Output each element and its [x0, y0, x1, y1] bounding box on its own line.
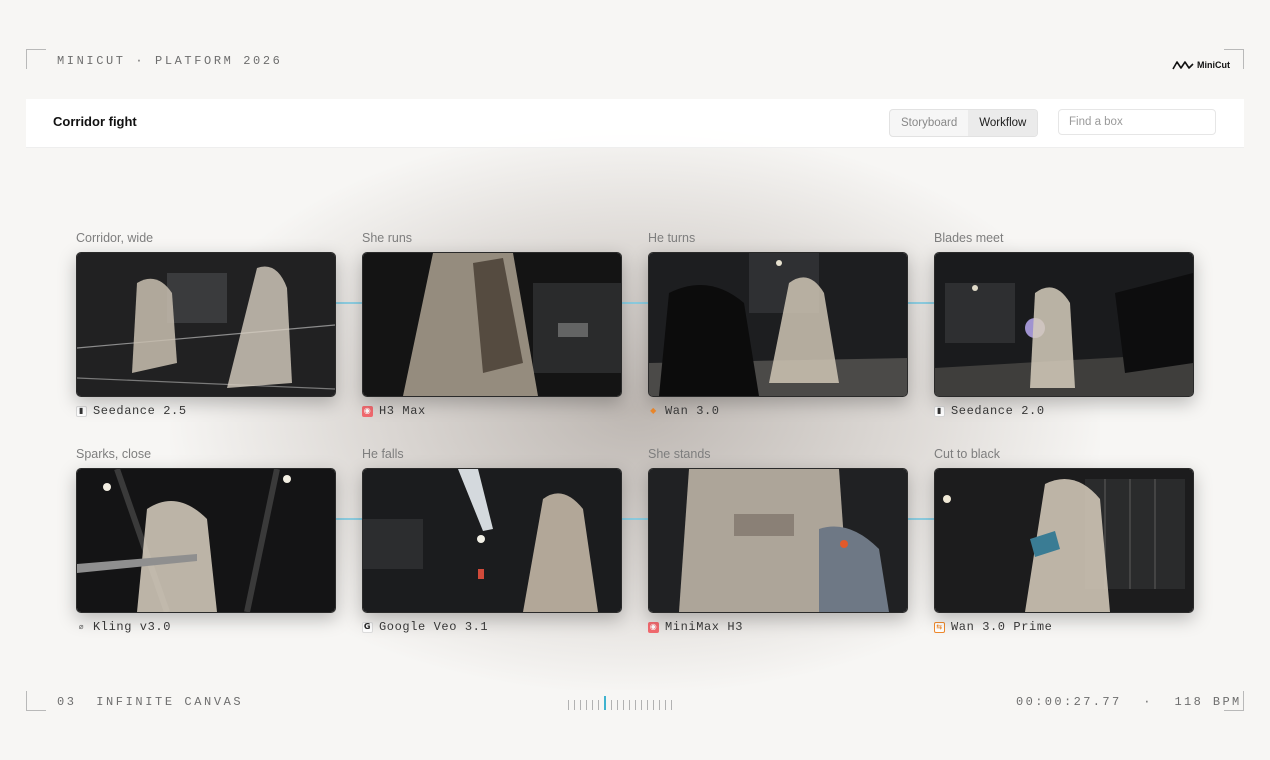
- shot-card[interactable]: She runs ◉ H3 Max: [362, 231, 622, 418]
- separator: ·: [1143, 695, 1153, 709]
- wan-prime-icon: ⇆: [934, 621, 945, 633]
- shot-thumbnail[interactable]: [648, 468, 908, 613]
- wave-icon: [1172, 61, 1194, 70]
- timeline-tick: [586, 700, 587, 710]
- shot-title: He falls: [362, 447, 404, 461]
- timeline-tick: [641, 700, 642, 710]
- shot-card[interactable]: Corridor, wide ▮ Seedance 2.5: [76, 231, 336, 418]
- shot-card[interactable]: He falls G Google Veo 3.1: [362, 447, 622, 634]
- shot-connector: [908, 518, 936, 520]
- timeline-tick: [635, 700, 636, 710]
- kling-icon: ⌀: [78, 622, 85, 631]
- timeline-tick: [629, 700, 630, 710]
- model-name: Seedance 2.5: [93, 404, 187, 418]
- shot-thumbnail[interactable]: [76, 468, 336, 613]
- model-name: Kling v3.0: [93, 620, 172, 634]
- timeline-tick: [611, 700, 612, 710]
- find-box-input[interactable]: [1058, 109, 1216, 135]
- model-name: MiniMax H3: [665, 620, 744, 634]
- timeline-tick: [647, 700, 648, 710]
- playhead[interactable]: [604, 696, 606, 710]
- timeline-tick: [598, 700, 599, 710]
- shot-title: Blades meet: [934, 231, 1004, 245]
- shot-title: He turns: [648, 231, 696, 245]
- timeline-tick: [617, 700, 618, 710]
- timeline-scrubber[interactable]: [568, 694, 672, 710]
- shot-connector: [622, 518, 650, 520]
- wan-icon: ◆: [650, 406, 657, 415]
- tab-storyboard[interactable]: Storyboard: [890, 110, 968, 136]
- timeline-tick: [665, 700, 666, 710]
- shot-title: Sparks, close: [76, 447, 152, 461]
- playback-status: 00:00:27.77 · 118 BPM: [1016, 695, 1242, 709]
- shot-title: Corridor, wide: [76, 231, 154, 245]
- timeline-tick: [592, 700, 593, 710]
- model-name: Wan 3.0 Prime: [951, 620, 1053, 634]
- timeline-tick: [623, 700, 624, 710]
- model-name: Google Veo 3.1: [379, 620, 489, 634]
- timeline-tick: [653, 700, 654, 710]
- shot-thumbnail[interactable]: [362, 252, 622, 397]
- shot-thumbnail[interactable]: [934, 252, 1194, 397]
- shot-connector: [336, 302, 364, 304]
- model-name: Seedance 2.0: [951, 404, 1045, 418]
- minimax-icon: ◉: [362, 405, 373, 417]
- minimax-icon: ◉: [648, 621, 659, 633]
- shot-connector: [908, 302, 936, 304]
- timeline-tick: [671, 700, 672, 710]
- seedance-icon: ▮: [76, 405, 87, 417]
- tempo-bpm: 118 BPM: [1174, 695, 1242, 709]
- seedance-icon: ▮: [934, 405, 945, 417]
- frame-corner-bottom-left: [26, 691, 46, 711]
- shot-thumbnail[interactable]: [76, 252, 336, 397]
- shot-thumbnail[interactable]: [362, 468, 622, 613]
- shot-title: She runs: [362, 231, 413, 245]
- shot-card[interactable]: She stands ◉ MiniMax H3: [648, 447, 908, 634]
- shot-thumbnail[interactable]: [934, 468, 1194, 613]
- shot-title: Cut to black: [934, 447, 1001, 461]
- shot-card[interactable]: Sparks, close ⌀ Kling v3.0: [76, 447, 336, 634]
- timecode: 00:00:27.77: [1016, 695, 1122, 709]
- section-label: 03 INFINITE CANVAS: [57, 695, 244, 709]
- shot-thumbnail[interactable]: [648, 252, 908, 397]
- view-tabs: Storyboard Workflow: [889, 109, 1039, 137]
- model-name: Wan 3.0: [665, 404, 720, 418]
- shot-title: She stands: [648, 447, 711, 461]
- shot-connector: [622, 302, 650, 304]
- project-header: Corridor fight Storyboard Workflow: [26, 99, 1244, 148]
- logo-text: MiniCut: [1197, 60, 1230, 70]
- shot-card[interactable]: Cut to black ⇆ Wan 3.0 Prime: [934, 447, 1194, 634]
- timeline-tick: [659, 700, 660, 710]
- tab-workflow[interactable]: Workflow: [968, 110, 1038, 136]
- shot-card[interactable]: He turns ◆ Wan 3.0: [648, 231, 908, 418]
- timeline-tick: [574, 700, 575, 710]
- minicut-logo[interactable]: MiniCut: [1172, 60, 1230, 70]
- shot-card[interactable]: Blades meet ▮ Seedance 2.0: [934, 231, 1194, 418]
- timeline-tick: [568, 700, 569, 710]
- platform-label: MINICUT · PLATFORM 2026: [57, 54, 283, 68]
- model-name: H3 Max: [379, 404, 426, 418]
- project-title: Corridor fight: [53, 114, 137, 129]
- shot-connector: [336, 518, 364, 520]
- frame-corner-top-left: [26, 49, 46, 69]
- timeline-tick: [580, 700, 581, 710]
- google-icon: G: [362, 621, 373, 633]
